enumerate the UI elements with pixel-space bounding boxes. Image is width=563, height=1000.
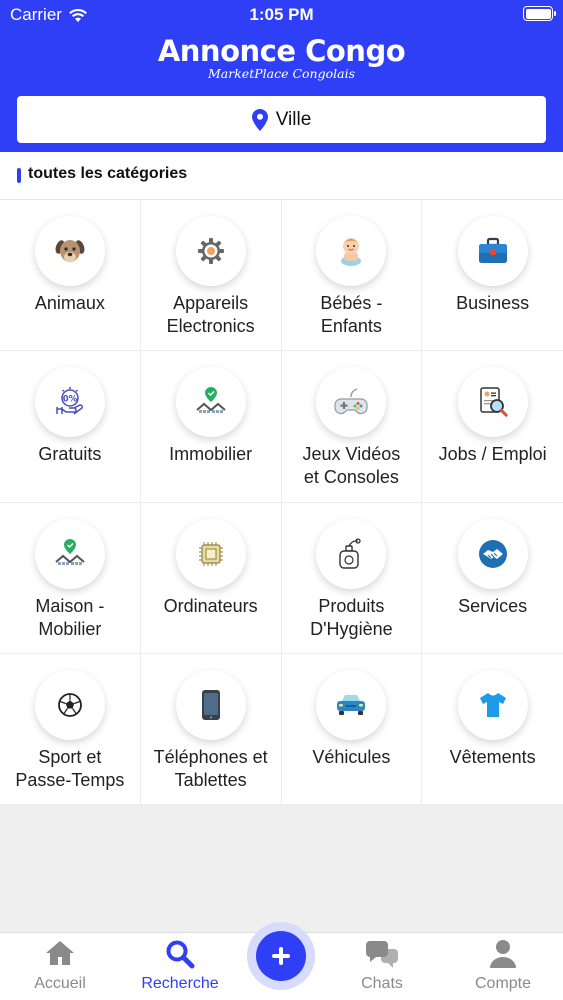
category-appareils-electronics[interactable]: Appareils Electronics [140,200,282,352]
category-sport-passe-temps[interactable]: Sport et Passe-Temps [0,653,141,805]
chat-bubbles-icon [366,941,398,968]
category-label: Sport et Passe-Temps [15,746,125,790]
gear-icon [197,238,224,264]
category-label: Business [456,293,530,313]
category-label: Gratuits [38,444,102,465]
app-subtitle: MarketPlace Congolais [208,66,355,81]
brand: Annonce Congo MarketPlace Congolais [0,34,563,81]
category-maison-mobilier[interactable]: Maison - Mobilier [0,502,141,654]
category-services[interactable]: Services [422,503,563,654]
category-bebes-enfants[interactable]: Bébés - Enfants [281,200,423,352]
category-jeux-videos[interactable]: Jeux Vidéos et Consoles [281,351,423,503]
tab-label: Accueil [34,975,86,992]
soccer-ball-icon [57,692,82,717]
discount-hand-icon: 0% [56,387,83,415]
category-produits-hygiene[interactable]: Produits D'Hygiène [281,502,423,654]
category-label: Véhicules [312,746,391,767]
category-label: Animaux [34,293,105,313]
location-pin-icon [251,108,268,131]
category-ordinateurs[interactable]: Ordinateurs [140,502,282,654]
home-icon [46,941,74,965]
svg-text:0%: 0% [63,395,78,405]
app-header: Carrier 1:05 PM Annonce Congo MarketPlac… [0,0,563,152]
location-houses-icon [195,387,226,414]
category-label: Immobilier [169,444,253,465]
search-icon [166,940,195,969]
tab-chats[interactable]: Chats [322,933,442,1000]
category-label: Services [458,595,528,616]
category-label: Ordinateurs [163,595,258,616]
plus-icon [272,947,290,965]
briefcase-icon [478,237,507,263]
tshirt-icon [479,692,506,717]
app-title: Annonce Congo [157,34,406,68]
category-business[interactable]: Business [422,200,563,352]
tab-compte[interactable]: Compte [443,933,563,1000]
computer-chip-icon [198,541,223,566]
category-label: Appareils Electronics [166,293,255,336]
category-grid: Animaux Appareils Electronics Bébés - En… [0,200,563,805]
city-select-label: Ville [275,108,312,130]
city-select-button[interactable]: Ville [17,96,546,143]
handshake-icon [478,539,507,568]
status-time: 1:05 PM [249,5,314,24]
category-vehicules[interactable]: Véhicules [281,653,423,805]
category-vetements[interactable]: Vêtements [422,654,563,805]
perfume-bottle-icon [339,537,362,569]
battery-icon [523,6,556,21]
tab-label: Recherche [141,975,219,992]
resume-search-icon [479,387,508,417]
tab-label: Compte [474,975,532,992]
status-bar: Carrier 1:05 PM [0,0,563,30]
category-label: Maison - Mobilier [35,595,105,639]
section-title: toutes les catégories [28,165,188,182]
category-label: Téléphones et Tablettes [153,746,268,790]
category-label: Bébés - Enfants [320,293,383,336]
car-icon [337,694,366,715]
section-accent-bar [17,168,21,183]
category-label: Vêtements [449,746,536,767]
category-label: Jeux Vidéos et Consoles [302,444,401,488]
user-icon [490,940,516,968]
tab-label: Chats [361,975,403,992]
add-listing-button[interactable] [247,922,315,990]
baby-icon [341,238,362,266]
category-gratuits[interactable]: 0% Gratuits [0,351,141,503]
category-label: Jobs / Emploi [438,444,547,465]
smartphone-icon [201,689,220,720]
categories-section-header: toutes les catégories [0,152,563,200]
dog-icon [55,240,85,262]
category-immobilier[interactable]: Immobilier [140,351,282,503]
category-label: Produits D'Hygiène [310,595,393,639]
tab-recherche[interactable]: Recherche [120,933,240,1000]
gamepad-icon [334,388,368,415]
category-animaux[interactable]: Animaux [0,200,141,352]
category-telephones-tablettes[interactable]: Téléphones et Tablettes [140,653,282,805]
category-jobs-emploi[interactable]: Jobs / Emploi [422,351,563,503]
location-houses-icon [55,538,85,565]
tab-accueil[interactable]: Accueil [0,933,120,1000]
